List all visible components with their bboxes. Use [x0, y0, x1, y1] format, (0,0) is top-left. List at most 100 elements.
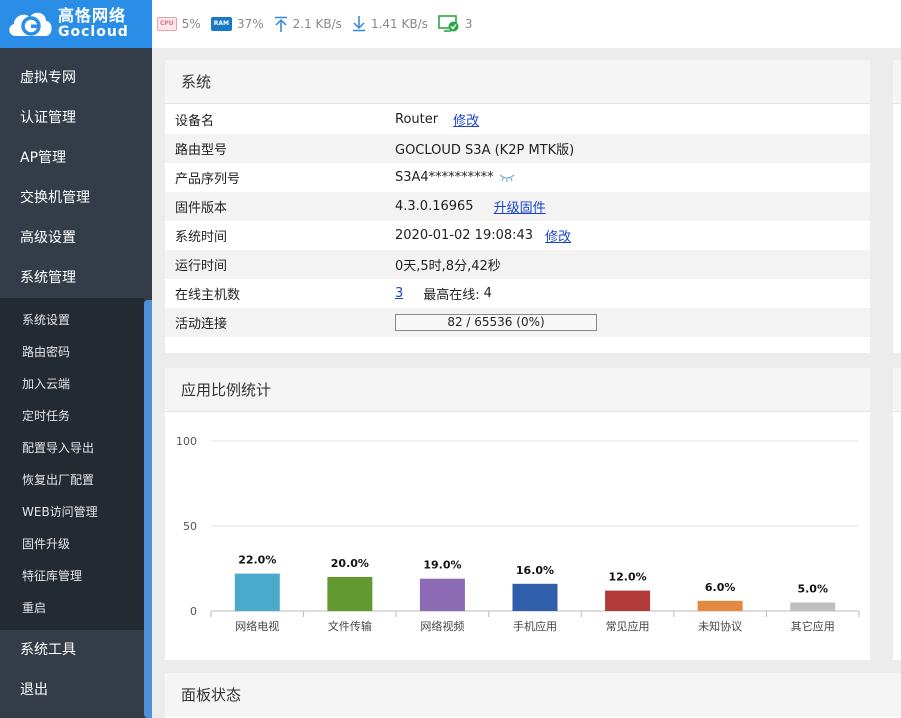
- sidebar-item-advanced[interactable]: 高级设置: [0, 218, 152, 258]
- uptime-label: 运行时间: [175, 259, 228, 274]
- sidebar-scrollbar[interactable]: [144, 300, 152, 718]
- online-devices-count: 3: [464, 17, 473, 31]
- bar-value-label: 22.0%: [238, 554, 276, 567]
- bar-value-label: 20.0%: [331, 557, 369, 570]
- sidebar: 虚拟专网 认证管理 AP管理 交换机管理 高级设置 系统管理 系统设置 路由密码…: [0, 48, 152, 718]
- cpu-icon: CPU: [157, 17, 177, 31]
- system-panel: 系统 设备名 Router 修改 路由型号 GOCLOUD S3A (K2P M…: [165, 60, 870, 353]
- panel-status-title: 面板状态: [165, 673, 901, 717]
- serial-value: S3A4**********: [395, 170, 494, 185]
- x-category-label: 未知协议: [698, 619, 742, 633]
- bar: [512, 583, 558, 611]
- sidebar-item-vpn[interactable]: 虚拟专网: [0, 58, 152, 98]
- bar-value-label: 16.0%: [516, 564, 554, 577]
- bar-value-label: 19.0%: [423, 559, 461, 572]
- submenu-reboot[interactable]: 重启: [0, 592, 144, 624]
- edit-time-link[interactable]: 修改: [545, 226, 571, 245]
- system-time-label: 系统时间: [175, 230, 228, 245]
- edit-device-name-link[interactable]: 修改: [453, 110, 479, 129]
- serial-row: 产品序列号 S3A4**********: [165, 163, 870, 192]
- submenu-router-password[interactable]: 路由密码: [0, 336, 144, 368]
- sidebar-item-system[interactable]: 系统管理: [0, 258, 152, 298]
- cpu-value: 5%: [181, 17, 201, 31]
- model-label: 路由型号: [175, 143, 228, 158]
- device-name-label: 设备名: [175, 114, 215, 129]
- system-time-row: 系统时间 2020-01-02 19:08:43 修改: [165, 221, 870, 250]
- device-name-value: Router: [395, 112, 439, 127]
- online-devices[interactable]: 3: [438, 15, 473, 33]
- bar: [697, 600, 743, 611]
- y-tick-label: 50: [183, 520, 197, 533]
- app-stats-title: 应用比例统计: [165, 368, 870, 412]
- x-category-label: 常见应用: [606, 619, 650, 633]
- submenu-system-settings[interactable]: 系统设置: [0, 304, 144, 336]
- right-panel-top: [893, 60, 901, 353]
- firmware-row: 固件版本 4.3.0.16965 升级固件: [165, 192, 870, 221]
- submenu-config-import-export[interactable]: 配置导入导出: [0, 432, 144, 464]
- download-rate: 1.41 KB/s: [352, 16, 428, 32]
- model-value: GOCLOUD S3A (K2P MTK版): [395, 143, 575, 158]
- cpu-usage: CPU 5%: [157, 17, 201, 31]
- bar: [234, 573, 280, 611]
- serial-label: 产品序列号: [175, 172, 241, 187]
- bar: [790, 602, 836, 611]
- download-arrow-icon: [352, 16, 365, 32]
- x-category-label: 网络视频: [420, 619, 464, 633]
- ram-icon: RAM: [210, 17, 232, 31]
- upgrade-firmware-link[interactable]: 升级固件: [494, 197, 546, 216]
- eye-closed-icon[interactable]: [499, 173, 515, 183]
- system-time-value: 2020-01-02 19:08:43: [395, 228, 534, 243]
- bar: [327, 577, 373, 611]
- cloud-logo-icon: [9, 12, 52, 36]
- upload-rate: 2.1 KB/s: [274, 16, 342, 32]
- x-category-label: 手机应用: [513, 619, 557, 633]
- bar-value-label: 12.0%: [608, 571, 646, 584]
- submenu-firmware-upgrade[interactable]: 固件升级: [0, 528, 144, 560]
- bar: [605, 590, 651, 611]
- sidebar-item-auth[interactable]: 认证管理: [0, 98, 152, 138]
- max-online-value: 4: [483, 286, 492, 301]
- download-value: 1.41 KB/s: [370, 17, 428, 31]
- device-name-row: 设备名 Router 修改: [165, 105, 870, 134]
- x-category-label: 其它应用: [791, 619, 835, 633]
- app-stats-chart: 100 50 0 22.0% 网络电视 20.0% 文件传输 19.0% 网络视频 16.0% 手机…: [176, 435, 860, 633]
- upload-arrow-icon: [274, 16, 287, 32]
- uptime-row: 运行时间 0天,5时,8分,42秒: [165, 250, 870, 279]
- upload-value: 2.1 KB/s: [292, 17, 342, 31]
- sidebar-item-ap[interactable]: AP管理: [0, 138, 152, 178]
- max-online-label: 最高在线:: [423, 288, 480, 303]
- sidebar-item-tools[interactable]: 系统工具: [0, 630, 152, 670]
- monitor-check-icon: [438, 15, 459, 32]
- bar: [419, 578, 465, 611]
- logo-name-cn: 高恪网络: [58, 6, 127, 26]
- ram-usage: RAM 37%: [210, 17, 264, 31]
- firmware-label: 固件版本: [175, 201, 228, 216]
- bar-value-label: 6.0%: [705, 581, 736, 594]
- firmware-value: 4.3.0.16965: [395, 199, 474, 214]
- x-category-label: 网络电视: [235, 619, 279, 633]
- submenu-web-access[interactable]: WEB访问管理: [0, 496, 144, 528]
- status-bar: CPU 5% RAM 37% 2.1 KB/s 1.41 KB/s 3: [152, 0, 901, 48]
- connections-row: 活动连接 82 / 65536 (0%): [165, 308, 870, 337]
- panel-status-panel: 面板状态: [165, 673, 901, 718]
- online-hosts-row: 在线主机数 3 最高在线: 4: [165, 279, 870, 308]
- sidebar-item-switch[interactable]: 交换机管理: [0, 178, 152, 218]
- online-hosts-label: 在线主机数: [175, 288, 241, 303]
- submenu-scheduled-tasks[interactable]: 定时任务: [0, 400, 144, 432]
- bar-value-label: 5.0%: [797, 583, 828, 596]
- online-hosts-link[interactable]: 3: [395, 286, 403, 301]
- submenu-factory-reset[interactable]: 恢复出厂配置: [0, 464, 144, 496]
- connections-label: 活动连接: [175, 317, 228, 332]
- submenu-join-cloud[interactable]: 加入云端: [0, 368, 144, 400]
- y-tick-label: 0: [190, 605, 197, 618]
- logo-name-en: Gocloud: [58, 24, 129, 41]
- logo[interactable]: 高恪网络 Gocloud: [0, 0, 152, 48]
- connections-progress: 82 / 65536 (0%): [395, 314, 597, 331]
- ram-value: 37%: [236, 17, 264, 31]
- app-stats-panel: 应用比例统计 100 50 0 22.0% 网络电视 20.0% 文件传输 19.0% 网络视频…: [165, 368, 870, 660]
- sidebar-item-logout[interactable]: 退出: [0, 670, 152, 710]
- x-category-label: 文件传输: [328, 619, 372, 633]
- submenu-signature-db[interactable]: 特征库管理: [0, 560, 144, 592]
- uptime-value: 0天,5时,8分,42秒: [395, 259, 501, 274]
- system-submenu: 系统设置 路由密码 加入云端 定时任务 配置导入导出 恢复出厂配置 WEB访问管…: [0, 298, 144, 630]
